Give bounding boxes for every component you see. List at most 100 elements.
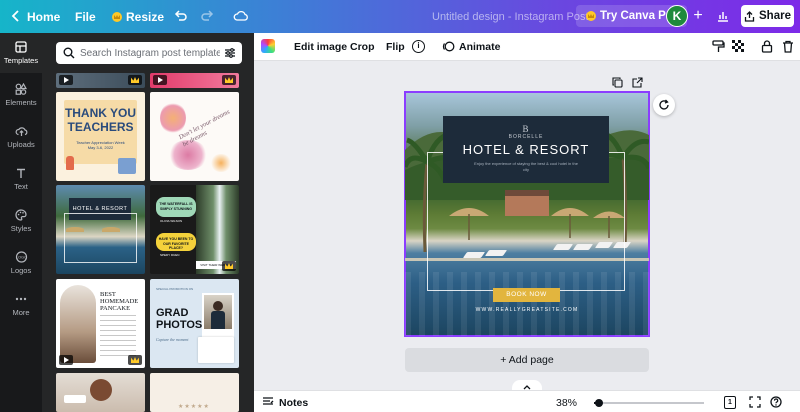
- templates-icon: [15, 41, 27, 53]
- template-text: TEACHERS: [67, 120, 134, 134]
- template-text: THE WATERFALL IS SIMPLY STUNNING: [156, 197, 196, 217]
- rail-item-elements[interactable]: Elements: [0, 75, 42, 115]
- brand-name: BORCELLE: [508, 134, 544, 140]
- info-icon[interactable]: i: [412, 40, 425, 53]
- play-video-icon: [153, 75, 167, 85]
- design-banner: B BORCELLE HOTEL & RESORT Enjoy the exper…: [443, 116, 609, 183]
- rail-label: Templates: [3, 56, 39, 65]
- zoom-slider-knob[interactable]: [595, 399, 603, 407]
- rail-item-logos[interactable]: LOGO Logos: [0, 243, 42, 283]
- svg-text:LOGO: LOGO: [15, 255, 27, 260]
- share-button[interactable]: Share: [741, 5, 794, 27]
- umbrella-illustration: [66, 227, 84, 232]
- template-frame: [64, 213, 137, 263]
- fullscreen-icon[interactable]: [749, 396, 761, 408]
- design-canvas[interactable]: B BORCELLE HOTEL & RESORT Enjoy the exper…: [404, 91, 650, 337]
- template-text: BEST: [100, 291, 116, 298]
- rail-label: Uploads: [7, 140, 35, 149]
- notes-icon[interactable]: [262, 397, 274, 407]
- template-thumbnail[interactable]: [150, 73, 239, 88]
- duplicate-page-icon[interactable]: [612, 77, 623, 88]
- label-chip: [64, 395, 86, 403]
- rail-item-styles[interactable]: Styles: [0, 201, 42, 241]
- template-thumbnail[interactable]: [56, 373, 145, 412]
- rail-label: Text: [14, 182, 28, 191]
- add-page-button[interactable]: + Add page: [405, 348, 649, 372]
- undo-icon[interactable]: [174, 9, 188, 23]
- rail-item-uploads[interactable]: Uploads: [0, 117, 42, 157]
- upload-cloud-icon: [15, 127, 27, 136]
- template-text: HOMEMADE: [100, 298, 139, 305]
- logos-icon: LOGO: [15, 251, 27, 263]
- trash-icon[interactable]: [782, 40, 794, 53]
- resize-button[interactable]: Resize: [112, 10, 164, 24]
- chevron-left-icon[interactable]: [8, 8, 24, 24]
- rotate-button[interactable]: [653, 94, 675, 116]
- avatar[interactable]: K: [666, 5, 688, 27]
- lock-icon[interactable]: [761, 40, 773, 53]
- rail-label: Elements: [5, 98, 37, 107]
- crop-button[interactable]: Crop: [350, 41, 375, 53]
- template-text: Don't let your dreams be dreams: [177, 108, 231, 149]
- template-thumbnail[interactable]: SPECIAL PROMOTION ON GRAD PHOTOS Capture…: [150, 279, 239, 368]
- template-thumbnail[interactable]: BEST HOMEMADE PANCAKE: [56, 279, 145, 368]
- top-bar: Home File Resize Untitled design - Insta…: [0, 0, 800, 33]
- color-picker-icon[interactable]: [261, 39, 275, 53]
- rail-label: Logos: [10, 266, 32, 275]
- resize-label: Resize: [126, 10, 165, 24]
- pro-crown-icon: [128, 75, 142, 85]
- home-button[interactable]: Home: [27, 10, 60, 24]
- book-now-button: BOOK NOW: [493, 288, 560, 302]
- rail-item-more[interactable]: More: [0, 285, 42, 325]
- template-text: PHOTOS: [156, 319, 203, 331]
- template-thumbnail[interactable]: HOTEL & RESORT: [56, 185, 145, 274]
- zoom-level[interactable]: 38%: [556, 397, 577, 409]
- template-text: May 3-6, 2022: [87, 145, 114, 150]
- template-thumbnail[interactable]: ★★★★★: [150, 373, 239, 412]
- watercolor-blob: [160, 102, 186, 134]
- flip-button[interactable]: Flip: [386, 41, 405, 53]
- animate-icon[interactable]: [442, 40, 455, 53]
- crown-icon: [586, 11, 596, 21]
- rail-item-templates[interactable]: Templates: [0, 33, 42, 73]
- template-thumbnail[interactable]: Don't let your dreams be dreams: [150, 92, 239, 181]
- pro-crown-icon: [128, 355, 142, 365]
- template-search: [56, 42, 242, 64]
- share-label: Share: [759, 10, 791, 22]
- notes-button[interactable]: Notes: [279, 397, 308, 409]
- edit-image-button[interactable]: Edit image: [294, 41, 347, 53]
- filter-sliders-icon[interactable]: [224, 47, 236, 59]
- cloud-save-icon[interactable]: [233, 9, 249, 23]
- redo-icon[interactable]: [200, 9, 214, 23]
- pro-crown-icon: [222, 75, 236, 85]
- document-title[interactable]: Untitled design - Instagram Post: [432, 11, 589, 23]
- zoom-slider[interactable]: [594, 399, 704, 407]
- paint-roller-icon[interactable]: [712, 40, 725, 53]
- rail-item-text[interactable]: Text: [0, 159, 42, 199]
- template-text: PANCAKE: [100, 305, 131, 312]
- template-thumbnail[interactable]: [56, 73, 145, 88]
- pancake-photo: [60, 285, 96, 363]
- website-url: WWW.REALLYGREATSITE.COM: [475, 307, 579, 313]
- page-count[interactable]: 1: [724, 396, 736, 409]
- palette-icon: [15, 209, 27, 221]
- help-icon[interactable]: [770, 396, 782, 408]
- transparency-icon[interactable]: [732, 40, 745, 53]
- share-upload-icon: [744, 10, 755, 22]
- animate-button[interactable]: Animate: [459, 41, 500, 53]
- template-thumbnail[interactable]: THE WATERFALL IS SIMPLY STUNNING OLIVIA …: [150, 185, 239, 274]
- status-bar: Notes 38% 1: [254, 390, 800, 412]
- books-illustration: [118, 158, 136, 174]
- umbrella-illustration: [102, 227, 120, 232]
- search-input[interactable]: [80, 42, 220, 64]
- rail-label: Styles: [10, 224, 32, 233]
- templates-panel: THANK YOU TEACHERS Teacher Appreciation …: [42, 33, 292, 412]
- add-collaborator-icon[interactable]: +: [690, 8, 706, 24]
- file-menu-button[interactable]: File: [75, 10, 96, 24]
- canvas-area: B BORCELLE HOTEL & RESORT Enjoy the exper…: [254, 61, 800, 394]
- pencil-illustration: [66, 156, 74, 170]
- add-page-icon[interactable]: [632, 77, 643, 88]
- play-video-icon: [59, 355, 73, 365]
- insights-chart-icon[interactable]: [716, 9, 730, 23]
- template-thumbnail[interactable]: THANK YOU TEACHERS Teacher Appreciation …: [56, 92, 145, 181]
